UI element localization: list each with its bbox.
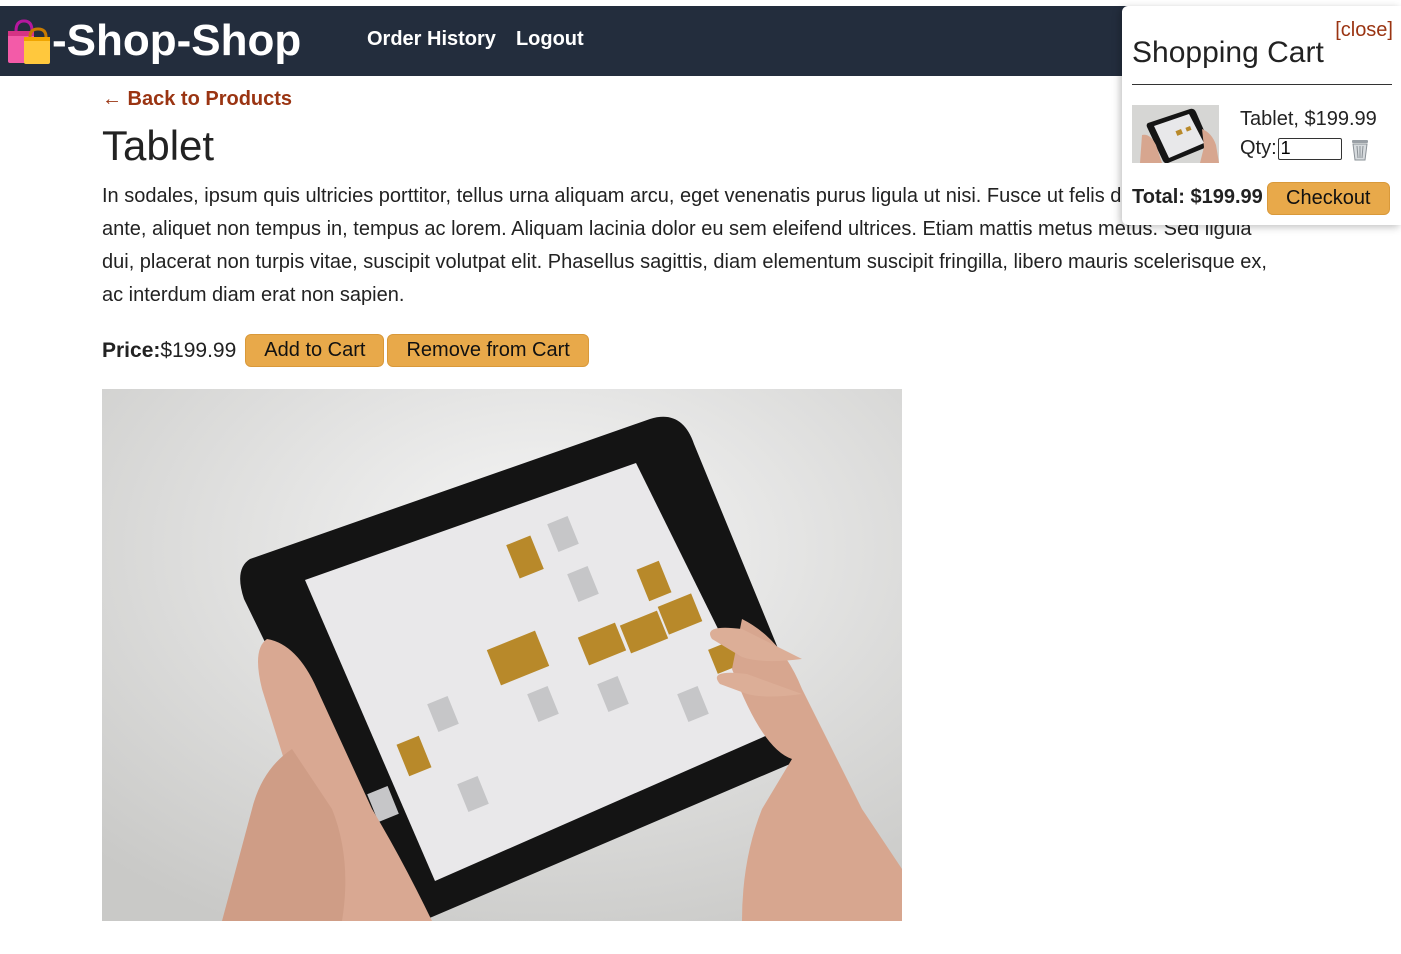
cart-item-qty-row: Qty: (1240, 137, 1342, 160)
trash-icon[interactable] (1349, 137, 1371, 161)
shopping-bags-icon (8, 19, 50, 64)
remove-from-cart-button[interactable]: Remove from Cart (387, 334, 589, 367)
checkout-button[interactable]: Checkout (1267, 182, 1390, 215)
brand-name: -Shop-Shop (52, 16, 302, 65)
cart-close-link[interactable]: [close] (1335, 19, 1393, 42)
product-title: Tablet (102, 122, 215, 169)
back-to-products-link[interactable]: ← Back to Products (102, 88, 292, 111)
nav-logout-link[interactable]: Logout (516, 28, 584, 51)
add-to-cart-button[interactable]: Add to Cart (245, 334, 385, 367)
cart-total: Total: $199.99 (1132, 186, 1263, 208)
price-row: Price: $199.99 Add to Cart Remove from C… (102, 334, 592, 367)
tablet-thumbnail-photo (1132, 105, 1219, 163)
cart-divider (1132, 84, 1392, 85)
qty-input[interactable] (1277, 137, 1342, 160)
product-image (102, 389, 902, 921)
price-value: $199.99 (160, 338, 237, 362)
product-description: In sodales, ipsum quis ultricies porttit… (102, 185, 1273, 306)
qty-label: Qty: (1240, 137, 1277, 159)
shopping-cart-panel: [close] Shopping Cart Tablet, $199.99 Qt… (1122, 6, 1401, 225)
price-label: Price: (102, 338, 161, 362)
cart-title: Shopping Cart (1132, 36, 1324, 69)
nav-order-history-link[interactable]: Order History (367, 28, 496, 51)
nav-links: Order History Logout (367, 28, 584, 51)
cart-item-label: Tablet, $199.99 (1240, 108, 1377, 130)
tablet-in-hands-photo (102, 389, 902, 921)
brand-logo[interactable]: -Shop-Shop (6, 16, 301, 66)
cart-item-thumbnail (1132, 105, 1219, 163)
